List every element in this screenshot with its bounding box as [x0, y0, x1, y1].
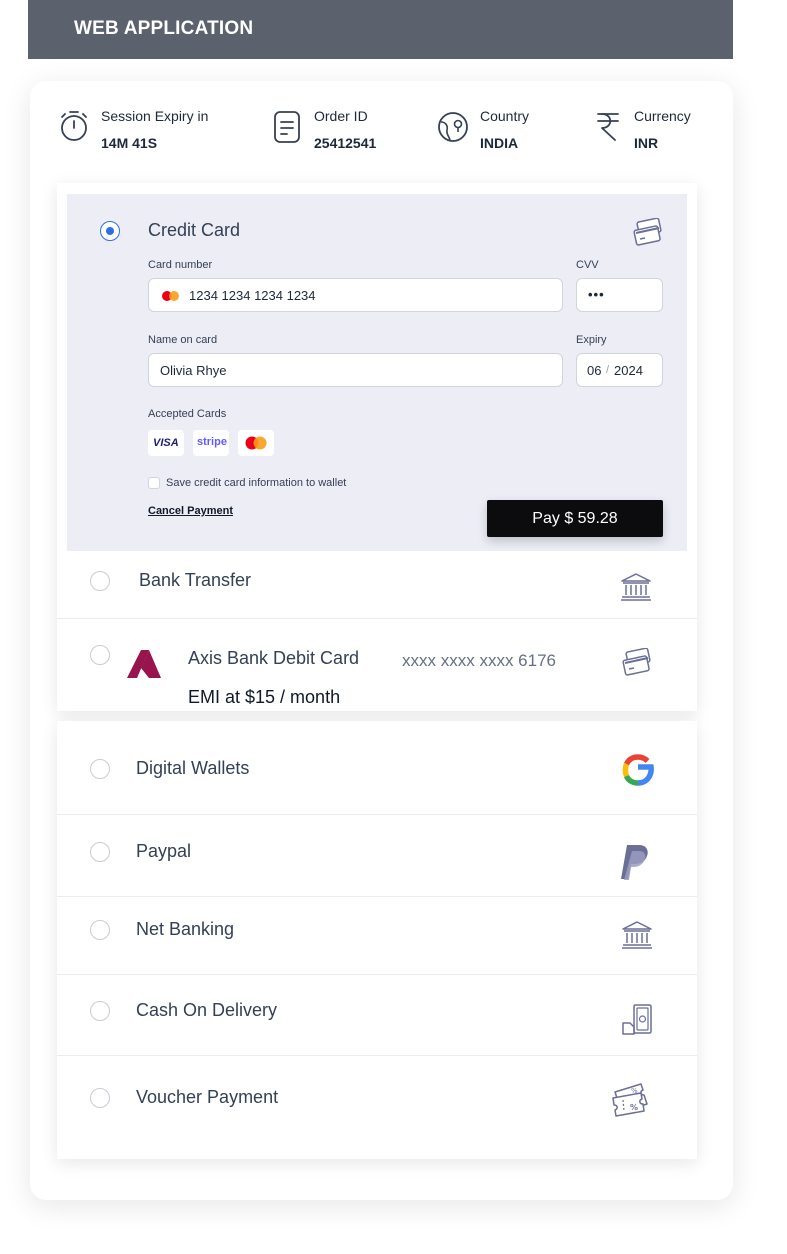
card-number-value: 1234 1234 1234 1234: [189, 288, 316, 303]
digital-wallets-radio[interactable]: [90, 759, 110, 779]
session-expiry-info: Session Expiry in 14M 41S: [58, 106, 228, 156]
order-id-info: Order ID 25412541: [272, 106, 392, 156]
stripe-badge: stripe: [193, 430, 229, 456]
currency-value: INR: [634, 135, 659, 151]
card-number-input[interactable]: 1234 1234 1234 1234: [148, 278, 563, 312]
name-on-card-label: Name on card: [148, 334, 218, 346]
axis-bank-title: Axis Bank Debit Card: [188, 648, 360, 668]
expiry-year: 2024: [614, 363, 643, 378]
cash-icon: [622, 1004, 652, 1035]
google-icon: [622, 754, 654, 786]
net-banking-label: Net Banking: [136, 919, 235, 939]
rupee-icon: [597, 113, 619, 141]
axis-emi-text: EMI at $15 / month: [188, 687, 341, 707]
bank-transfer-label: Bank Transfer: [139, 570, 252, 590]
cod-radio[interactable]: [90, 1001, 110, 1021]
globe-icon: [438, 112, 468, 142]
order-value: 25412541: [314, 135, 377, 151]
cvv-input[interactable]: •••: [576, 278, 663, 312]
paypal-label: Paypal: [136, 841, 192, 861]
net-banking-radio[interactable]: [90, 920, 110, 940]
country-value: INDIA: [480, 135, 519, 151]
session-value: 14M 41S: [101, 135, 158, 151]
visa-logo-text: VISA: [153, 437, 179, 449]
cancel-payment-link[interactable]: Cancel Payment: [148, 505, 233, 517]
mastercard-icon: [162, 291, 179, 301]
cvv-label: CVV: [576, 259, 599, 271]
expiry-input[interactable]: 06 / 2024: [576, 353, 663, 387]
expiry-month: 06: [587, 363, 602, 378]
save-card-label: Save credit card information to wallet: [166, 477, 347, 489]
order-label: Order ID: [314, 108, 368, 124]
divider: [57, 1055, 697, 1056]
name-on-card-input[interactable]: Olivia Rhye: [148, 353, 563, 387]
svg-text:%: %: [631, 1087, 638, 1095]
net-banking-icon: [622, 921, 652, 949]
axis-bank-radio[interactable]: [90, 645, 110, 665]
bank-transfer-radio[interactable]: [90, 571, 110, 591]
digital-wallets-label: Digital Wallets: [136, 758, 250, 778]
name-on-card-value: Olivia Rhye: [160, 363, 227, 378]
country-label: Country: [480, 108, 530, 124]
voucher-icon: % %: [612, 1083, 648, 1117]
session-label: Session Expiry in: [101, 108, 209, 124]
voucher-label: Voucher Payment: [136, 1087, 279, 1107]
document-icon: [274, 111, 300, 143]
paypal-radio[interactable]: [90, 842, 110, 862]
credit-card-icon: [633, 218, 662, 246]
divider: [57, 618, 697, 619]
visa-badge: VISA: [148, 430, 184, 456]
pay-button[interactable]: Pay $ 59.28: [487, 500, 663, 537]
debit-card-icon: [622, 648, 651, 676]
axis-bank-logo-icon: [127, 650, 161, 678]
credit-card-title: Credit Card: [148, 220, 241, 240]
card-number-label: Card number: [148, 259, 213, 271]
timer-icon: [61, 111, 87, 141]
cvv-value: •••: [588, 287, 605, 302]
app-title: WEB APPLICATION: [74, 18, 254, 39]
mastercard-logo-icon: [245, 436, 267, 450]
currency-info: Currency INR: [593, 106, 703, 156]
divider: [57, 814, 697, 815]
cod-label: Cash On Delivery: [136, 1000, 278, 1020]
credit-card-radio[interactable]: [100, 221, 120, 241]
expiry-label: Expiry: [576, 334, 607, 346]
app-header: WEB APPLICATION: [28, 0, 733, 59]
svg-text:%: %: [630, 1103, 638, 1112]
voucher-radio[interactable]: [90, 1088, 110, 1108]
divider: [57, 896, 697, 897]
country-info: Country INDIA: [436, 106, 546, 156]
divider: [57, 974, 697, 975]
axis-card-number: xxxx xxxx xxxx 6176: [402, 651, 556, 670]
accepted-cards-label: Accepted Cards: [148, 408, 227, 420]
paypal-icon: [621, 845, 648, 880]
expiry-separator: /: [606, 364, 610, 376]
save-card-checkbox[interactable]: [148, 477, 160, 489]
bank-icon: [621, 573, 651, 601]
mastercard-badge: [238, 430, 274, 456]
currency-label: Currency: [634, 108, 691, 124]
stripe-logo-text: stripe: [197, 436, 227, 448]
